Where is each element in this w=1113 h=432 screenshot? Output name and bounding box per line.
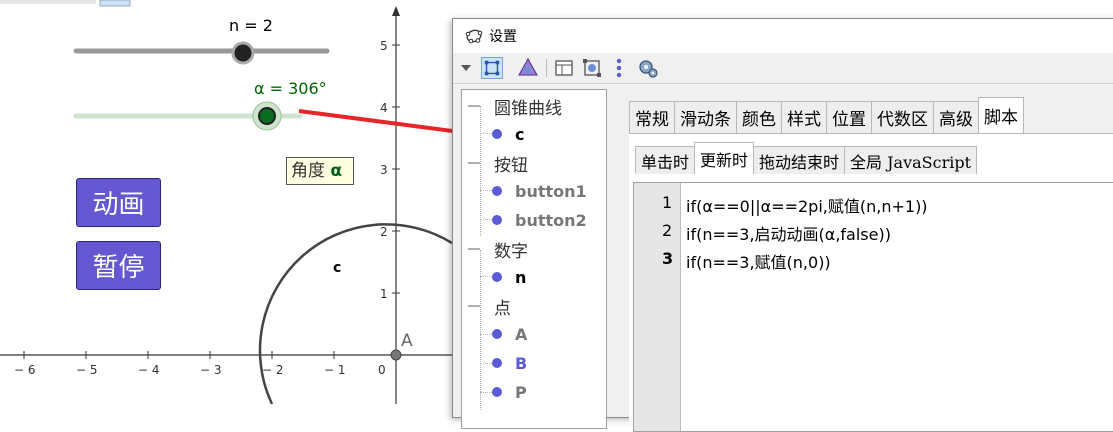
- script-line[interactable]: if(n==3,启动动画(α,false)): [686, 221, 891, 245]
- y-axis-arrow-icon: [392, 6, 400, 16]
- tab-color[interactable]: 颜色: [736, 101, 782, 133]
- tab-position[interactable]: 位置: [826, 101, 872, 133]
- tree-item-c[interactable]: c: [462, 120, 524, 148]
- tab-general[interactable]: 常规: [629, 101, 675, 133]
- object-dot-icon: [492, 329, 502, 339]
- x-tick-label: − 2: [262, 363, 284, 377]
- object-dot-icon: [492, 358, 502, 368]
- object-dot-icon: [492, 186, 502, 196]
- collapse-icon[interactable]: [468, 105, 480, 107]
- y-tick-label: 1: [380, 287, 388, 301]
- tree-category-conics[interactable]: 圆锥曲线: [462, 92, 562, 120]
- tree-item-p[interactable]: P: [462, 378, 527, 406]
- angle-caption-symbol: α: [330, 161, 343, 181]
- tree-item-label: n: [515, 267, 527, 287]
- subtab-on-click[interactable]: 单击时: [635, 146, 696, 174]
- y-tick-label: 4: [380, 101, 388, 115]
- y-tick-label: 5: [380, 39, 388, 53]
- script-line[interactable]: if(α==0||α==2pi,赋值(n,n+1)): [686, 193, 928, 217]
- collapse-icon[interactable]: [468, 162, 480, 164]
- animate-button[interactable]: 动画: [76, 178, 161, 227]
- graphics-icon[interactable]: [481, 57, 503, 79]
- tree-item-button1[interactable]: button1: [462, 177, 587, 205]
- x-tick-label: − 1: [324, 363, 346, 377]
- slider-n-label: n = 2: [229, 16, 273, 35]
- x-tick-label: − 3: [200, 363, 222, 377]
- object-dot-icon: [492, 387, 502, 397]
- circle-c[interactable]: [258, 223, 453, 404]
- object-dot-icon: [492, 272, 502, 282]
- pause-button[interactable]: 暂停: [76, 241, 161, 290]
- object-tree[interactable]: 圆锥曲线 c 按钮 button1 button2 数字 n 点 A B P: [461, 89, 607, 429]
- tab-slider[interactable]: 滑动条: [674, 101, 737, 133]
- x-tick-label: 0: [378, 363, 386, 377]
- collapse-icon[interactable]: [468, 305, 480, 307]
- tree-category-buttons[interactable]: 按钮: [462, 149, 528, 177]
- tree-category-numbers[interactable]: 数字: [462, 235, 528, 263]
- tree-item-a[interactable]: A: [462, 320, 527, 348]
- advanced-icon[interactable]: [637, 57, 659, 79]
- more-icon[interactable]: [613, 57, 625, 79]
- dialog-toolbar: [453, 53, 1113, 84]
- layout-icon[interactable]: [553, 57, 575, 79]
- settings-dialog[interactable]: 设置 圆锥曲线 c 按钮 button1 button2 数字 n 点 A B …: [452, 18, 1113, 432]
- angle-caption-prefix: 角度: [291, 161, 325, 181]
- script-line[interactable]: if(n==3,赋值(n,0)): [686, 249, 831, 273]
- slider-alpha-handle[interactable]: [258, 107, 276, 125]
- tree-item-label: P: [515, 382, 527, 402]
- x-tick-label: − 4: [138, 363, 160, 377]
- slider-alpha-label: α = 306°: [254, 79, 327, 98]
- algebra-icon[interactable]: [517, 57, 539, 79]
- dialog-title: 设置: [489, 29, 517, 45]
- x-tick-label: − 6: [14, 363, 36, 377]
- tree-category-label: 圆锥曲线: [494, 98, 562, 119]
- tree-item-n[interactable]: n: [462, 263, 526, 291]
- object-dot-icon: [492, 215, 502, 225]
- scripting-panel: 单击时 更新时 拖动结束时 全局 JavaScript 1 2 3 if(α==…: [629, 133, 1113, 432]
- subtab-on-update[interactable]: 更新时: [694, 142, 755, 174]
- objects-icon[interactable]: [581, 57, 603, 79]
- subtab-global-javascript[interactable]: 全局 JavaScript: [844, 146, 978, 174]
- tab-style[interactable]: 样式: [781, 101, 827, 133]
- object-dot-icon: [492, 129, 502, 139]
- line-number: 2: [662, 221, 673, 240]
- subtab-on-drag-end[interactable]: 拖动结束时: [753, 146, 846, 174]
- tree-category-label: 数字: [494, 241, 528, 262]
- tree-item-label: button1: [515, 181, 587, 201]
- tree-category-label: 按钮: [494, 155, 528, 176]
- collapse-icon[interactable]: [468, 248, 480, 250]
- tree-item-label: B: [515, 353, 528, 373]
- x-tick-label: − 5: [76, 363, 98, 377]
- y-tick-label: 2: [380, 225, 388, 239]
- tree-item-button2[interactable]: button2: [462, 206, 587, 234]
- line-number: 1: [662, 193, 673, 212]
- settings-tabs: 常规 滑动条 颜色 样式 位置 代数区 高级 脚本: [629, 97, 1024, 133]
- script-editor[interactable]: 1 2 3 if(α==0||α==2pi,赋值(n,n+1)) if(n==3…: [633, 182, 1113, 432]
- line-number: 3: [662, 249, 674, 268]
- dialog-titlebar[interactable]: 设置: [453, 19, 1113, 53]
- tree-item-label: A: [515, 324, 528, 344]
- angle-caption: 角度 α: [286, 157, 354, 185]
- y-tick-label: 3: [380, 163, 388, 177]
- point-a[interactable]: [390, 349, 402, 361]
- line-number-gutter: [634, 183, 681, 431]
- menu-arrow-icon[interactable]: [459, 57, 473, 79]
- point-a-label: A: [401, 331, 413, 351]
- tree-category-label: 点: [494, 298, 511, 319]
- tree-item-label: c: [515, 124, 525, 144]
- tab-advanced[interactable]: 高级: [933, 101, 979, 133]
- tree-category-points[interactable]: 点: [462, 292, 511, 320]
- tree-item-label: button2: [515, 210, 587, 230]
- tree-item-b[interactable]: B: [462, 349, 527, 377]
- script-event-tabs: 单击时 更新时 拖动结束时 全局 JavaScript: [635, 142, 978, 174]
- tab-algebra[interactable]: 代数区: [871, 101, 934, 133]
- circle-c-label: c: [333, 260, 341, 276]
- slider-n-handle[interactable]: [231, 41, 255, 65]
- geogebra-logo-icon: [465, 29, 483, 44]
- tab-scripting[interactable]: 脚本: [978, 97, 1024, 133]
